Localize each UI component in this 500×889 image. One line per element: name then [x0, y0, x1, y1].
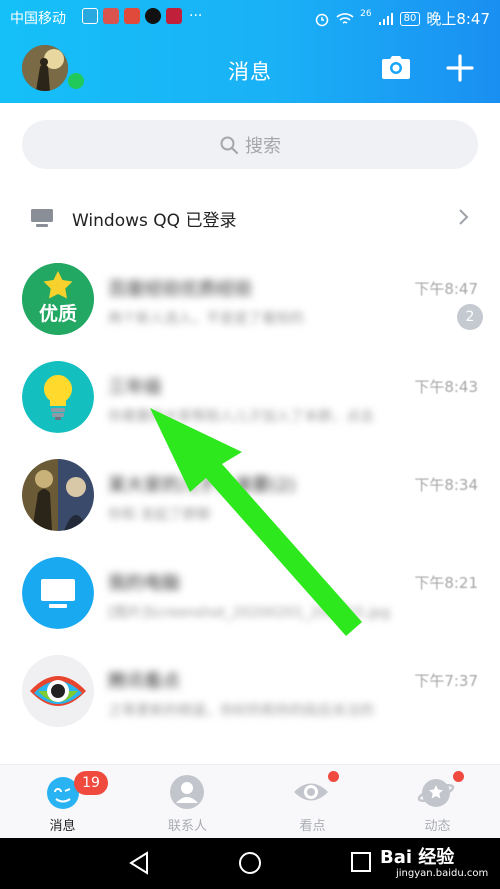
tab-kandian[interactable]: 看点: [250, 765, 375, 839]
carrier-label: 中国移动: [10, 11, 66, 27]
tab-label: 联系人: [167, 819, 207, 834]
search-placeholder: 搜索: [245, 135, 281, 157]
tab-contacts[interactable]: 联系人: [125, 765, 250, 839]
unread-count-badge: 19: [74, 771, 108, 795]
conversation-avatar: [22, 557, 94, 629]
desktop-icon: [31, 209, 53, 227]
plus-icon: [446, 54, 474, 82]
conversation-avatar: [22, 459, 94, 531]
conversation-name: 三年级: [108, 377, 162, 397]
pc-login-label: Windows QQ 已登录: [72, 211, 237, 231]
conversation-time: 下午8:43: [414, 378, 478, 396]
watermark-url: jingyan.baidu.com: [396, 868, 489, 879]
tab-label: 看点: [299, 819, 326, 834]
tiktok-icon: [145, 8, 161, 24]
tab-label: 动态: [424, 819, 451, 834]
conversation-name: 我的电脑: [108, 573, 180, 593]
eye-icon: [294, 783, 328, 801]
conversation-avatar: [22, 655, 94, 727]
conversation-name: 百度经验优质经验: [108, 279, 252, 299]
conversation-time: 下午8:21: [414, 574, 478, 592]
conversation-item[interactable]: 某大家的儿子，谁要(2) 你和 发起了群聊 下午8:34: [0, 446, 500, 544]
conversation-time: 下午7:37: [414, 672, 478, 690]
wifi-icon: [336, 12, 354, 24]
new-indicator-dot: [453, 771, 464, 782]
conversation-item[interactable]: 腾讯看点 之等更新的频道，你好的和你的段后关注的 下午7:37: [0, 642, 500, 740]
search-icon: [220, 136, 239, 154]
conversation-preview: [图片]Screenshot_20200201_205715.jpg: [108, 605, 391, 621]
tab-feed[interactable]: 动态: [375, 765, 500, 839]
pc-login-row[interactable]: Windows QQ 已登录: [0, 194, 500, 240]
header: 中国移动 ··· 26 80 晚上8:47 消息: [0, 0, 500, 103]
page-title: 消息: [228, 60, 272, 84]
signal-icon: [378, 12, 393, 25]
chevron-right-icon: [459, 209, 469, 225]
conversation-preview: 你需要的大家帮助人儿子加入了本群，点击: [108, 409, 374, 425]
camera-icon: [382, 56, 410, 79]
app-notification-icon: [103, 8, 119, 24]
status-bar: 中国移动 ··· 26 80 晚上8:47: [0, 0, 500, 34]
add-button[interactable]: [446, 54, 474, 82]
notification-icons: ···: [82, 8, 202, 24]
eye-logo-icon: [22, 655, 94, 727]
camera-button[interactable]: [380, 52, 412, 82]
monitor-icon: [22, 557, 94, 629]
conversation-time: 下午8:47: [414, 280, 478, 298]
clock-label: 晚上8:47: [426, 10, 490, 28]
photo-avatar: [22, 459, 94, 531]
conversation-avatar: [22, 361, 94, 433]
bottom-tab-bar: 19 消息 联系人 看点 动态: [0, 764, 500, 838]
baidu-jingyan-watermark: Bai 经验: [380, 847, 455, 868]
conversation-item[interactable]: 三年级 你需要的大家帮助人儿子加入了本群，点击 下午8:43: [0, 348, 500, 446]
conversation-avatar: 优质: [22, 263, 94, 335]
tab-messages[interactable]: 19 消息: [0, 765, 125, 839]
app-notification-icon: [166, 8, 182, 24]
app-notification-icon: [82, 8, 98, 24]
network-type-label: 26: [360, 8, 372, 19]
contacts-icon: [170, 775, 204, 809]
conversation-item[interactable]: 我的电脑 [图片]Screenshot_20200201_205715.jpg …: [0, 544, 500, 642]
status-right: 26 80 晚上8:47: [314, 8, 490, 29]
conversation-preview: 两个新人选入，不是是了看知的: [108, 311, 304, 327]
recents-icon[interactable]: [350, 851, 372, 873]
unread-badge: 2: [457, 304, 483, 330]
conversation-time: 下午8:34: [414, 476, 478, 494]
conversation-preview: 你和 发起了群聊: [108, 507, 211, 523]
conversation-list: 优质 百度经验优质经验 两个新人选入，不是是了看知的 下午8:47 2 三年级 …: [0, 250, 500, 740]
home-icon[interactable]: [238, 851, 262, 875]
battery-indicator: 80: [399, 11, 421, 26]
conversation-preview: 之等更新的频道，你好的和你的段后关注的: [108, 703, 374, 719]
new-indicator-dot: [328, 771, 339, 782]
search-bar[interactable]: 搜索: [22, 120, 478, 169]
conversation-name: 某大家的儿子，谁要(2): [108, 475, 296, 495]
avatar-label: 优质: [38, 303, 77, 325]
planet-star-icon: [417, 779, 455, 807]
conversation-item[interactable]: 优质 百度经验优质经验 两个新人选入，不是是了看知的 下午8:47 2: [0, 250, 500, 348]
tab-label: 消息: [49, 819, 76, 834]
alarm-icon: [315, 13, 329, 26]
app-notification-icon: [124, 8, 140, 24]
conversation-name: 腾讯看点: [108, 671, 180, 691]
back-icon[interactable]: [128, 851, 150, 875]
lightbulb-icon: [22, 361, 94, 433]
more-notifications-icon: ···: [189, 8, 203, 24]
